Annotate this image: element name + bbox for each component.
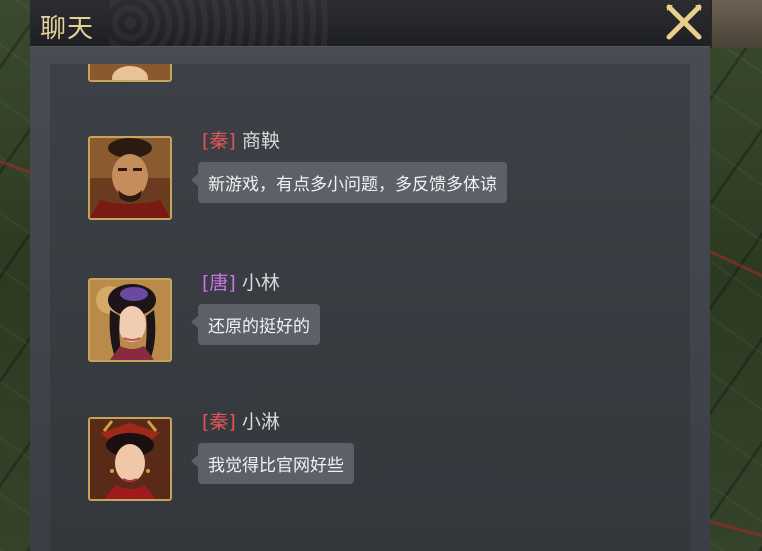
message-bubble: 新游戏，有点多小问题，多反馈多体谅 bbox=[191, 162, 507, 203]
window-title: 聊天 bbox=[40, 14, 95, 44]
faction-tag: [唐] bbox=[202, 272, 236, 294]
message-bubble: 我觉得比官网好些 bbox=[191, 443, 354, 484]
avatar-female-queen-icon[interactable] bbox=[88, 417, 172, 501]
sender-name[interactable]: 小淋 bbox=[242, 411, 280, 433]
sender-name[interactable]: 商鞅 bbox=[242, 130, 280, 152]
sender-name-row: [唐] 小林 bbox=[202, 268, 280, 295]
avatar-female-noble-icon[interactable] bbox=[88, 278, 172, 362]
message-bubble: 还原的挺好的 bbox=[191, 304, 320, 345]
chat-message-list[interactable]: [秦] 商鞅 新游戏，有点多小问题，多反馈多体谅 [唐] 小林 还原的挺好的 [… bbox=[50, 64, 690, 551]
sender-name-row: [秦] 小淋 bbox=[202, 407, 280, 434]
avatar-partial bbox=[88, 64, 172, 82]
faction-tag: [秦] bbox=[202, 130, 236, 152]
chat-window: 聊天 [秦] 商鞅 新游戏，有点多小问题，多反馈多体谅 [唐] 小林 还原的挺好… bbox=[30, 0, 710, 551]
close-button[interactable] bbox=[664, 2, 704, 42]
map-building bbox=[710, 0, 762, 48]
chat-message: [唐] 小林 还原的挺好的 bbox=[50, 272, 690, 388]
faction-tag: [秦] bbox=[202, 411, 236, 433]
sender-name[interactable]: 小林 bbox=[242, 272, 280, 294]
sender-name-row: [秦] 商鞅 bbox=[202, 126, 280, 153]
chat-message: [秦] 商鞅 新游戏，有点多小问题，多反馈多体谅 bbox=[50, 130, 690, 246]
title-ornament bbox=[110, 0, 330, 46]
close-icon bbox=[666, 4, 702, 40]
chat-message: [秦] 小淋 我觉得比官网好些 bbox=[50, 411, 690, 527]
avatar-male-warrior-icon[interactable] bbox=[88, 136, 172, 220]
chat-titlebar: 聊天 bbox=[30, 0, 710, 47]
